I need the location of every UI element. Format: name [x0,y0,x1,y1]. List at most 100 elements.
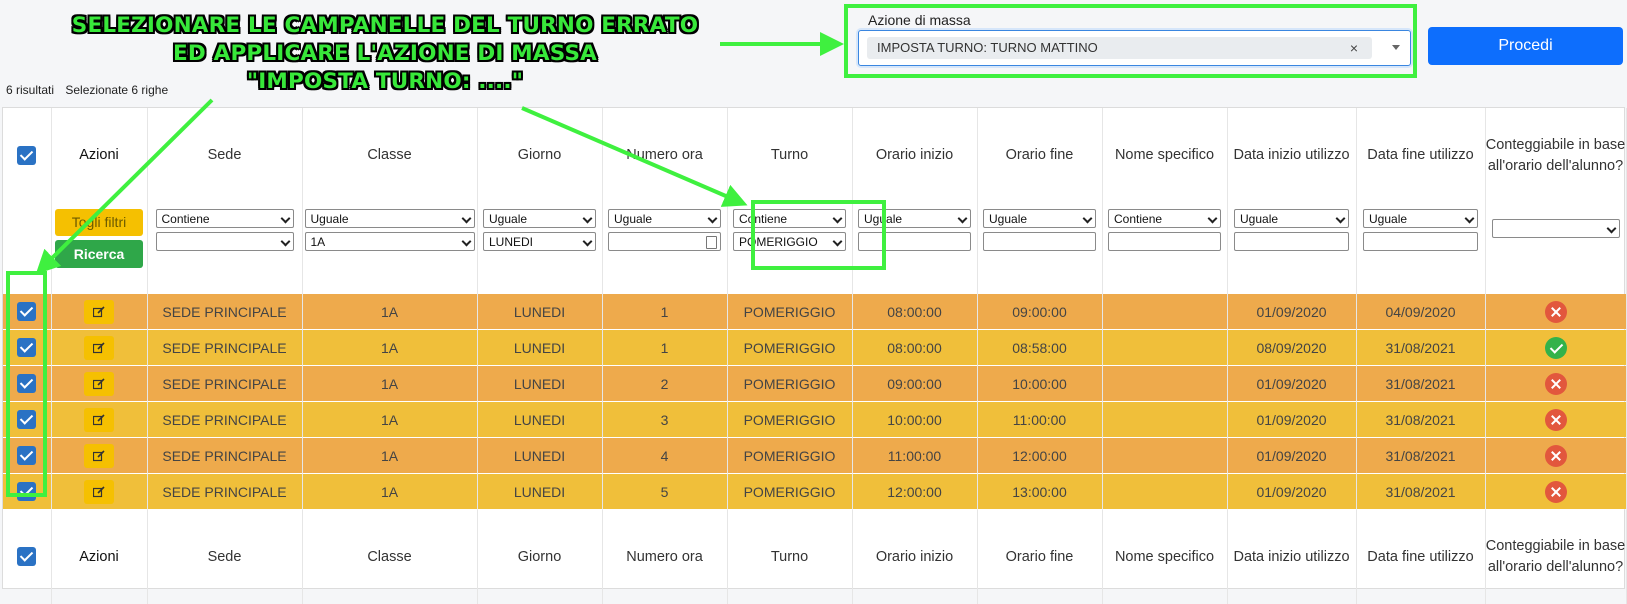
filter-dfine-op[interactable]: Uguale [1363,209,1478,228]
table-row[interactable]: SEDE PRINCIPALE1ALUNEDI1POMERIGGIO08:00:… [3,294,1626,330]
cell-inizio: 12:00:00 [852,474,977,510]
cell-dfine: 31/08/2021 [1356,474,1485,510]
row-checkbox[interactable] [17,482,36,501]
cell-nome [1102,330,1227,366]
col-giorno[interactable]: Giorno [477,108,602,203]
row-checkbox[interactable] [17,446,36,465]
cell-numero: 5 [602,474,727,510]
edit-button[interactable] [84,480,114,504]
filter-dinizio-op[interactable]: Uguale [1234,209,1349,228]
table-row[interactable]: SEDE PRINCIPALE1ALUNEDI2POMERIGGIO09:00:… [3,366,1626,402]
col-turno[interactable]: Turno [727,108,852,203]
col-orario-fine[interactable]: Orario fine [977,108,1102,203]
row-checkbox[interactable] [17,302,36,321]
number-spinner-icon[interactable] [706,236,717,249]
col-classe[interactable]: Classe [302,108,477,203]
cell-dinizio: 01/09/2020 [1227,402,1356,438]
cell-turno: POMERIGGIO [727,402,852,438]
cell-nome [1102,294,1227,330]
edit-button[interactable] [84,300,114,324]
x-circle-icon [1545,301,1567,323]
cell-sede: SEDE PRINCIPALE [147,294,302,330]
edit-icon [93,414,105,426]
filter-classe-value[interactable]: 1A [305,232,475,251]
cell-classe: 1A [302,438,477,474]
row-actions-cell [51,294,147,330]
header-row: Azioni Sede Classe Giorno Numero ora Tur… [3,108,1626,203]
filter-numero-op[interactable]: Uguale [608,209,721,228]
col-data-fine[interactable]: Data fine utilizzo [1356,108,1485,203]
row-select-cell[interactable] [3,474,51,510]
edit-button[interactable] [84,372,114,396]
filter-dfine-input[interactable] [1363,232,1478,251]
results-count: 6 risultati [6,83,54,97]
filter-numero-input[interactable] [608,232,721,251]
row-actions-cell [51,402,147,438]
togli-filtri-button[interactable]: Togli filtri [55,209,143,236]
cell-classe: 1A [302,330,477,366]
cell-classe: 1A [302,402,477,438]
row-select-cell[interactable] [3,330,51,366]
cell-conteggiabile [1485,366,1626,402]
col-nome-specifico[interactable]: Nome specifico [1102,108,1227,203]
col-orario-inizio[interactable]: Orario inizio [852,108,977,203]
col-numero-ora[interactable]: Numero ora [602,108,727,203]
filter-classe-op[interactable]: Uguale [305,209,475,228]
cell-sede: SEDE PRINCIPALE [147,438,302,474]
table-row[interactable]: SEDE PRINCIPALE1ALUNEDI5POMERIGGIO12:00:… [3,474,1626,510]
select-all-checkbox[interactable] [17,146,36,165]
filter-inizio-op[interactable]: Uguale [858,209,971,228]
col-sede[interactable]: Sede [147,108,302,203]
edit-icon [93,342,105,354]
x-circle-icon [1545,373,1567,395]
table-row[interactable]: SEDE PRINCIPALE1ALUNEDI1POMERIGGIO08:00:… [3,330,1626,366]
filter-conteggiabile-select[interactable] [1492,219,1620,238]
filter-turno-op[interactable]: Contiene [733,209,846,228]
cell-inizio: 08:00:00 [852,294,977,330]
row-select-cell[interactable] [3,366,51,402]
col-data-inizio[interactable]: Data inizio utilizzo [1227,108,1356,203]
filter-inizio-input[interactable] [858,232,971,251]
clear-icon[interactable]: × [1350,37,1358,59]
row-select-cell[interactable] [3,438,51,474]
filter-giorno-value[interactable]: LUNEDI [483,232,596,251]
filter-dinizio-input[interactable] [1234,232,1349,251]
row-checkbox[interactable] [17,374,36,393]
filter-nome-op[interactable]: Contiene [1108,209,1221,228]
table-row[interactable]: SEDE PRINCIPALE1ALUNEDI3POMERIGGIO10:00:… [3,402,1626,438]
cell-turno: POMERIGGIO [727,438,852,474]
filter-nome-input[interactable] [1108,232,1221,251]
edit-button[interactable] [84,444,114,468]
filter-sede-value[interactable] [156,232,294,251]
cell-sede: SEDE PRINCIPALE [147,366,302,402]
select-all-footer-checkbox[interactable] [17,547,36,566]
edit-button[interactable] [84,408,114,432]
procedi-button[interactable]: Procedi [1428,27,1623,65]
chevron-down-icon[interactable] [1392,45,1400,50]
cell-turno: POMERIGGIO [727,474,852,510]
select-all-cell[interactable] [3,108,51,203]
cell-turno: POMERIGGIO [727,294,852,330]
col-conteggiabile[interactable]: Conteggiabile in base all'orario dell'al… [1485,108,1626,203]
mass-action-selected-chip: IMPOSTA TURNO: TURNO MATTINO × [867,37,1372,59]
mass-action-select[interactable]: IMPOSTA TURNO: TURNO MATTINO × [858,30,1411,66]
row-select-cell[interactable] [3,402,51,438]
cell-conteggiabile [1485,330,1626,366]
filter-turno-value[interactable]: POMERIGGIO [733,232,846,251]
ricerca-button[interactable]: Ricerca [55,240,143,268]
filter-giorno-op[interactable]: Uguale [483,209,596,228]
row-checkbox[interactable] [17,410,36,429]
cell-conteggiabile [1485,438,1626,474]
edit-icon [93,306,105,318]
edit-button[interactable] [84,336,114,360]
table-row[interactable]: SEDE PRINCIPALE1ALUNEDI4POMERIGGIO11:00:… [3,438,1626,474]
col-azioni: Azioni [51,108,147,203]
filter-fine-op[interactable]: Uguale [983,209,1096,228]
filter-fine-input[interactable] [983,232,1096,251]
filter-sede-op[interactable]: Contiene [156,209,294,228]
cell-fine: 12:00:00 [977,438,1102,474]
filter-row: Togli filtri Ricerca Contiene Uguale 1A … [3,203,1626,294]
annotation-line-1: SELEZIONARE LE CAMPANELLE DEL TURNO ERRA… [40,12,730,40]
row-select-cell[interactable] [3,294,51,330]
row-checkbox[interactable] [17,338,36,357]
